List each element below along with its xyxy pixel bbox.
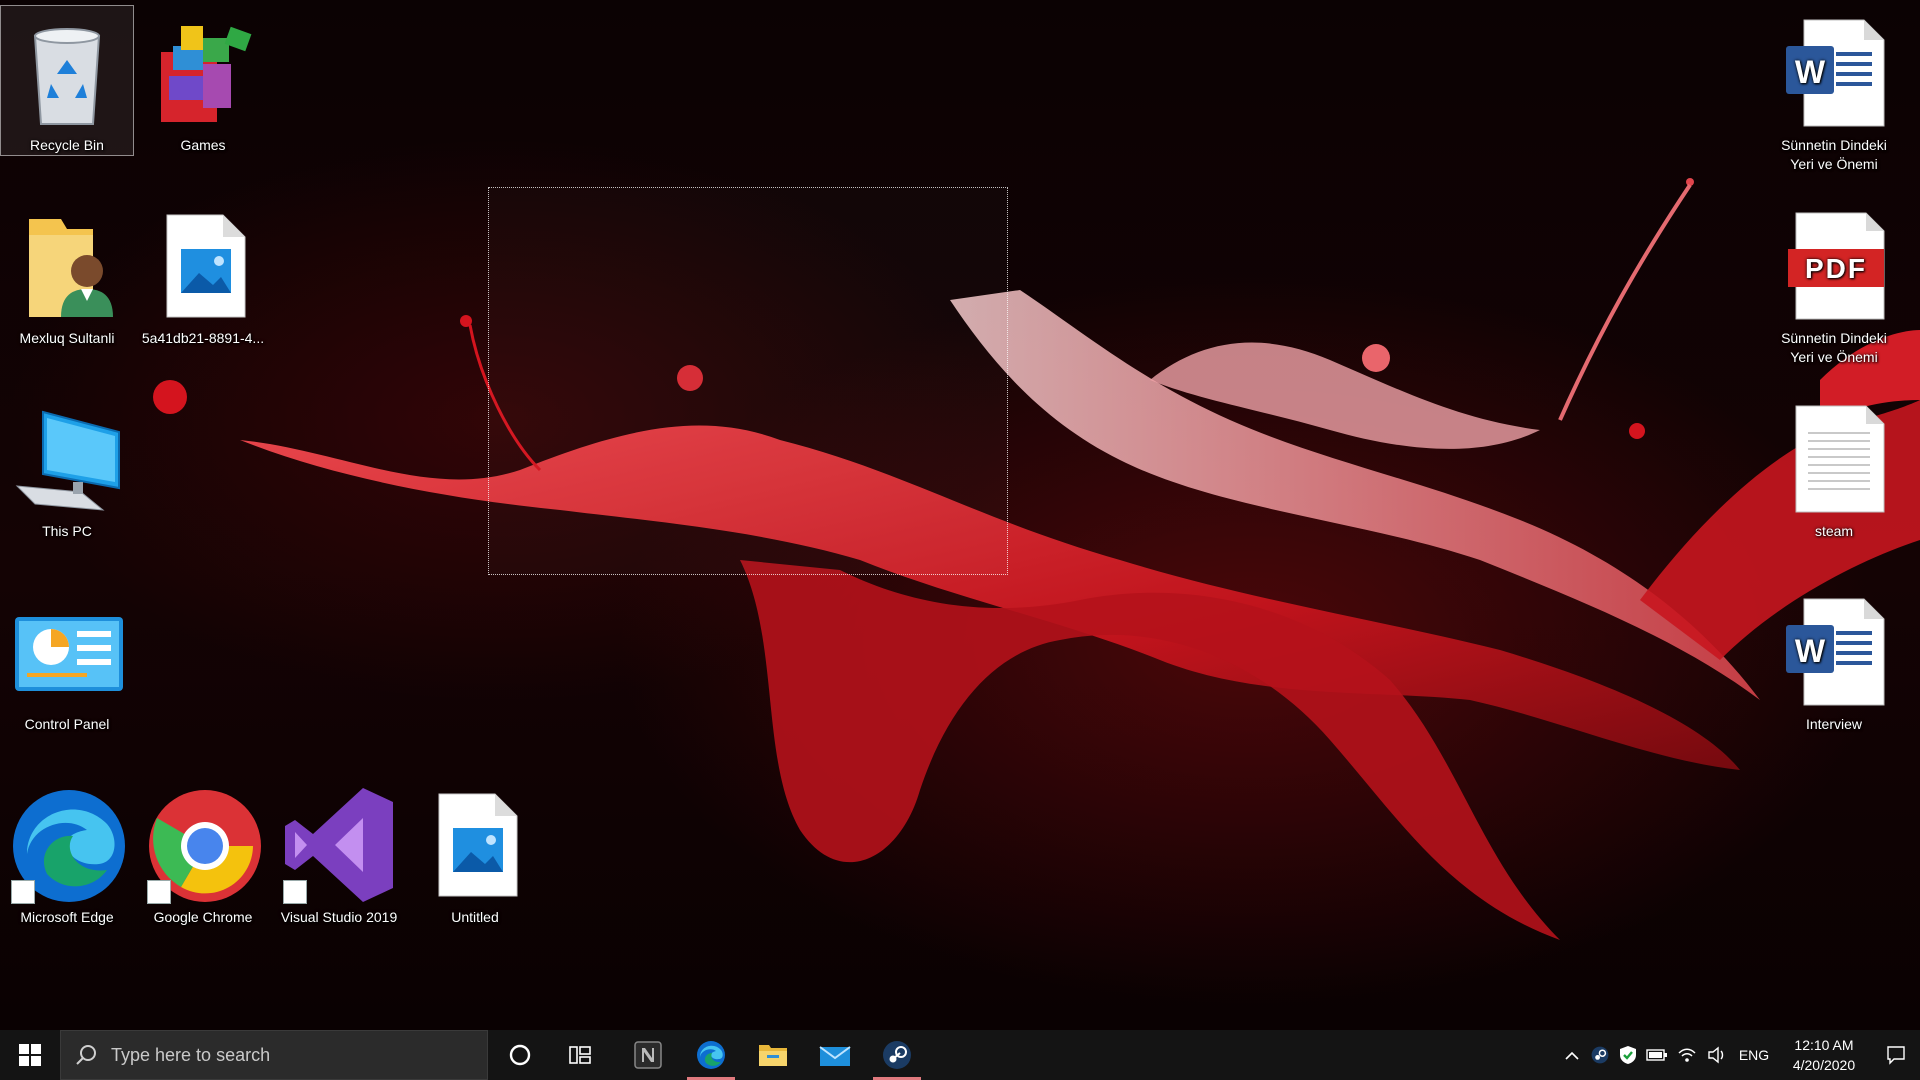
desktop-icon-label: Microsoft Edge	[20, 909, 114, 925]
recycle-bin-icon	[7, 12, 127, 132]
control-panel-icon	[7, 591, 127, 711]
games-folder-icon	[143, 12, 263, 132]
desktop-icon-label: Mexluq Sultanli	[19, 330, 115, 346]
battery-icon	[1646, 1049, 1667, 1061]
show-hidden-icons-button[interactable]	[1558, 1030, 1586, 1080]
image-file-icon	[143, 205, 263, 325]
desktop-icon-label: Recycle Bin	[30, 137, 104, 153]
desktop-icon-text-document[interactable]: steam	[1768, 392, 1900, 541]
user-folder-icon	[7, 205, 127, 325]
cortana-button[interactable]	[494, 1030, 546, 1080]
speaker-icon	[1708, 1046, 1724, 1064]
this-pc-icon	[7, 398, 127, 518]
windows-logo-icon	[19, 1044, 41, 1066]
desktop-icon-control-panel[interactable]: Control Panel	[1, 585, 133, 734]
desktop-icon-label: Google Chrome	[153, 909, 253, 925]
wifi-icon	[1678, 1048, 1696, 1062]
clock[interactable]: 12:10 AM 4/20/2020	[1776, 1030, 1872, 1080]
chevron-up-icon	[1565, 1051, 1579, 1060]
taskbar-app-steam[interactable]	[867, 1030, 927, 1080]
word-document-icon: W	[1774, 12, 1894, 132]
desktop-icon-recycle-bin[interactable]: Recycle Bin	[0, 5, 134, 156]
shield-icon	[1620, 1046, 1636, 1064]
tray-security[interactable]	[1614, 1030, 1642, 1080]
desktop-icon-user-folder[interactable]: Mexluq Sultanli	[1, 199, 133, 348]
desktop-icon-label: Visual Studio 2019	[280, 909, 398, 925]
shortcut-arrow-icon	[147, 880, 171, 904]
taskbar-app-mail[interactable]	[805, 1030, 865, 1080]
desktop-icon-label: Sünnetin Dindeki Yeri ve Önemi	[1781, 330, 1887, 365]
desktop-icon-pdf-document[interactable]: PDF Sünnetin Dindeki Yeri ve Önemi	[1768, 199, 1900, 367]
desktop-icon-untitled[interactable]: Untitled	[409, 778, 541, 927]
language-indicator[interactable]: ENG	[1732, 1030, 1776, 1080]
tray-network[interactable]	[1672, 1030, 1702, 1080]
system-tray: ENG 12:10 AM 4/20/2020	[1558, 1030, 1920, 1080]
notification-icon	[1887, 1046, 1905, 1065]
taskbar-app-file-explorer[interactable]	[743, 1030, 803, 1080]
mail-icon	[819, 1046, 851, 1066]
search-icon	[76, 1045, 96, 1065]
pdf-document-icon: PDF	[1774, 205, 1894, 325]
selection-marquee	[488, 187, 1008, 575]
steam-icon	[883, 1041, 911, 1069]
desktop-icon-label: 5a41db21-8891-4...	[141, 330, 265, 346]
tray-volume[interactable]	[1702, 1030, 1732, 1080]
desktop[interactable]: Recycle Bin Games Mexluq Sultanli 5a41db…	[0, 0, 1920, 1030]
word-document-icon: W	[1774, 591, 1894, 711]
action-center-button[interactable]	[1872, 1030, 1920, 1080]
taskbar: Type here to search ENG 12:10 AM 4/20/20…	[0, 1030, 1920, 1080]
taskbar-search-box[interactable]: Type here to search	[60, 1030, 488, 1080]
desktop-icon-label: Control Panel	[24, 716, 110, 732]
word-badge: W	[1794, 54, 1826, 90]
task-view-button[interactable]	[554, 1030, 606, 1080]
edge-icon	[7, 784, 127, 904]
tray-battery[interactable]	[1642, 1030, 1672, 1080]
shortcut-arrow-icon	[283, 880, 307, 904]
taskbar-app-edge[interactable]	[681, 1030, 741, 1080]
desktop-icon-label: This PC	[42, 523, 92, 539]
desktop-icon-word-document[interactable]: W Sünnetin Dindeki Yeri ve Önemi	[1768, 6, 1900, 174]
start-button[interactable]	[0, 1030, 60, 1080]
desktop-icon-microsoft-edge[interactable]: Microsoft Edge	[1, 778, 133, 927]
cortana-icon	[509, 1044, 531, 1066]
taskbar-app-notion[interactable]	[618, 1030, 678, 1080]
shortcut-arrow-icon	[11, 880, 35, 904]
tray-steam[interactable]	[1586, 1030, 1614, 1080]
file-explorer-icon	[759, 1045, 787, 1066]
notion-icon	[634, 1041, 662, 1069]
desktop-icon-label: Games	[180, 137, 226, 153]
task-view-icon	[569, 1046, 591, 1064]
pdf-badge: PDF	[1805, 253, 1867, 284]
word-badge: W	[1794, 633, 1826, 669]
clock-date: 4/20/2020	[1792, 1057, 1856, 1073]
desktop-icon-visual-studio[interactable]: Visual Studio 2019	[273, 778, 405, 927]
desktop-icon-label: Sünnetin Dindeki Yeri ve Önemi	[1781, 137, 1887, 172]
desktop-icon-label: Interview	[1805, 716, 1863, 732]
desktop-icon-games[interactable]: Games	[137, 6, 269, 155]
visual-studio-icon	[279, 784, 399, 904]
image-file-icon	[415, 784, 535, 904]
edge-icon	[697, 1041, 725, 1069]
text-document-icon	[1774, 398, 1894, 518]
desktop-icon-label: Untitled	[451, 909, 499, 925]
chrome-icon	[143, 784, 263, 904]
desktop-icon-interview[interactable]: W Interview	[1768, 585, 1900, 734]
steam-icon	[1591, 1046, 1609, 1064]
desktop-icon-label: steam	[1814, 523, 1854, 539]
desktop-icon-image-file[interactable]: 5a41db21-8891-4...	[137, 199, 269, 348]
search-placeholder: Type here to search	[111, 1044, 271, 1065]
desktop-icon-google-chrome[interactable]: Google Chrome	[137, 778, 269, 927]
desktop-icon-this-pc[interactable]: This PC	[1, 392, 133, 541]
clock-time: 12:10 AM	[1794, 1037, 1854, 1053]
